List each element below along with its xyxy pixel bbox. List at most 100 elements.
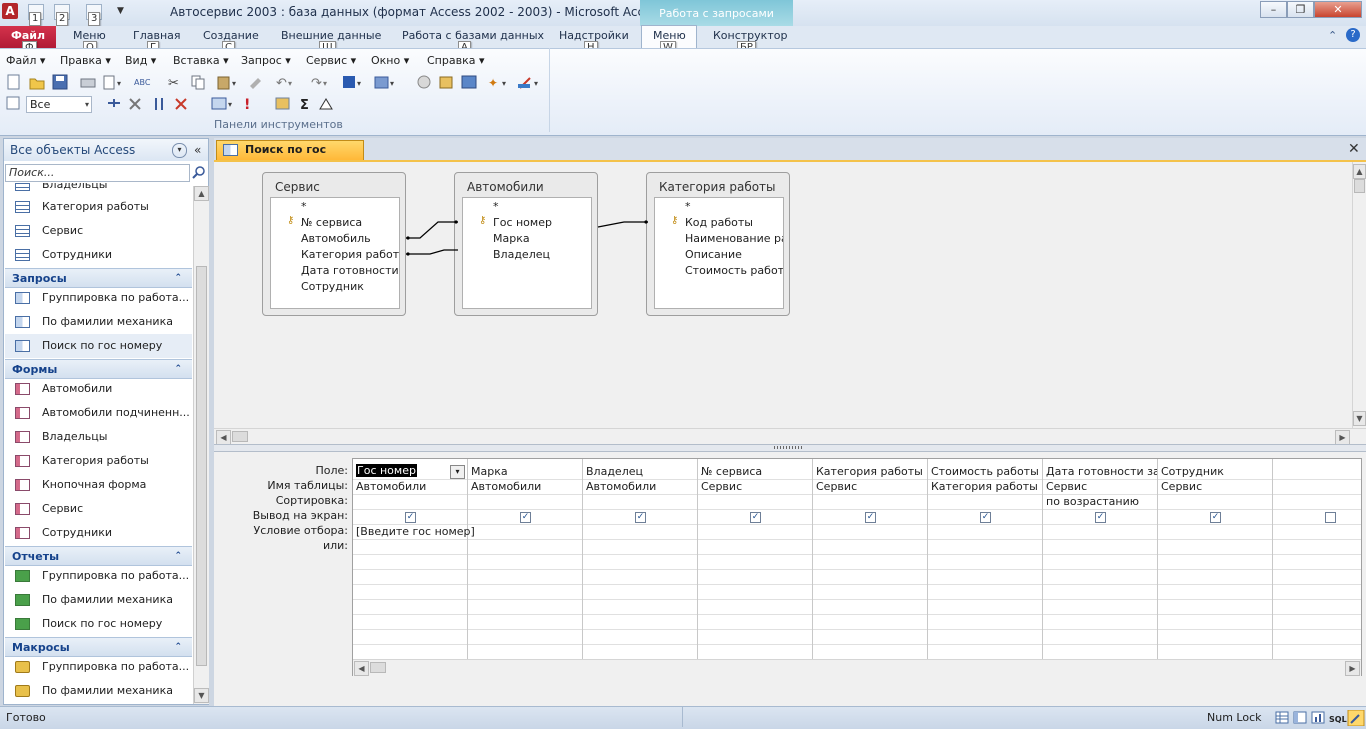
grid-column-8[interactable]: Сотрудник Сервис ✓ (1158, 459, 1273, 660)
show-checkbox[interactable]: ✓ (865, 512, 876, 523)
nav-group-queries[interactable]: Запросы ⌃ (5, 268, 192, 288)
minimize-button[interactable]: – (1260, 1, 1287, 18)
format-painter-icon[interactable] (250, 78, 261, 89)
sql-view-icon[interactable]: SQL (1329, 715, 1347, 724)
nav-item-macro[interactable]: По фамилии механика (5, 679, 192, 703)
menu-help[interactable]: Справка ▾ (427, 54, 485, 67)
grid-table-cell[interactable]: Автомобили (471, 480, 541, 493)
scroll-left-icon[interactable]: ◀ (216, 430, 231, 445)
undo-toolbar-icon[interactable]: ↶ ▾ (276, 76, 292, 91)
grid-criteria-cell[interactable]: [Введите гос номер] (356, 525, 475, 538)
nav-scrollbar[interactable]: ▲ ▼ (193, 186, 209, 704)
show-checkbox-unchecked[interactable] (1325, 512, 1336, 523)
grid-sort-cell[interactable]: по возрастанию (1046, 495, 1139, 508)
grid-table-cell[interactable]: Сервис (1161, 480, 1202, 493)
grid-field-cell[interactable]: № сервиса (701, 465, 762, 478)
tab-database-tools[interactable]: Работа с базами данных (402, 27, 544, 46)
relationship-line-category[interactable] (406, 249, 458, 255)
redo-toolbar-icon[interactable]: ↷ ▾ (311, 76, 327, 91)
scroll-up-icon[interactable]: ▲ (194, 186, 209, 201)
run-icon[interactable]: ! (244, 97, 250, 113)
document-tab[interactable]: Поиск по гос номеру (216, 140, 364, 174)
close-document-icon[interactable]: ✕ (1348, 141, 1360, 157)
show-checkbox[interactable]: ✓ (635, 512, 646, 523)
show-checkbox[interactable]: ✓ (1095, 512, 1106, 523)
relationship-line-cars[interactable] (406, 221, 458, 239)
grid-table-cell[interactable]: Автомобили (586, 480, 656, 493)
menu-insert[interactable]: Вставка ▾ (173, 54, 229, 67)
preview-icon[interactable]: ▾ (103, 75, 121, 90)
field-item[interactable]: Наименование ра (685, 232, 783, 245)
scroll-down-icon[interactable]: ▼ (194, 688, 209, 703)
nav-search-input[interactable]: Поиск... (5, 164, 190, 182)
nav-item-table[interactable]: Сотрудники (5, 243, 192, 267)
nav-item-form[interactable]: Сервис (5, 497, 192, 521)
grid-table-cell[interactable]: Автомобили (356, 480, 426, 493)
show-table-2-icon[interactable] (275, 97, 290, 110)
nav-item-query[interactable]: Группировка по работа... (5, 286, 192, 310)
field-item[interactable]: * (301, 200, 307, 213)
grid-column-1[interactable]: Гос номер ▾ Автомобили ✓ [Введите гос но… (353, 459, 475, 660)
menu-view[interactable]: Вид ▾ (125, 54, 156, 67)
grid-field-cell[interactable]: Марка (471, 465, 508, 478)
field-item[interactable]: Стоимость работы (685, 264, 783, 277)
save-toolbar-icon[interactable] (52, 74, 68, 90)
menu-edit[interactable]: Правка ▾ (60, 54, 111, 67)
upper-hscroll-thumb[interactable] (232, 431, 248, 442)
grid-column-2[interactable]: Марка Автомобили ✓ (468, 459, 583, 660)
field-item[interactable]: Описание (685, 248, 742, 261)
analyze-icon[interactable]: ▾ (374, 76, 394, 89)
grid-column-9-empty[interactable] (1273, 459, 1361, 660)
field-item[interactable]: * (685, 200, 691, 213)
field-item[interactable]: Код работы (685, 216, 753, 229)
totals-icon[interactable]: Σ (300, 98, 309, 113)
nav-item-table[interactable]: Категория работы (5, 195, 192, 219)
table-box-service[interactable]: Сервис * ⚷ № сервиса Автомобиль Категори… (262, 172, 406, 316)
insert-columns-icon[interactable] (155, 98, 163, 110)
menu-window[interactable]: Окно ▾ (371, 54, 409, 67)
scroll-down-icon[interactable]: ▼ (1353, 411, 1366, 426)
nav-group-forms[interactable]: Формы ⌃ (5, 359, 192, 379)
table-field-list[interactable]: * ⚷ № сервиса Автомобиль Категория работ… (270, 197, 400, 309)
copy-icon[interactable] (191, 75, 205, 90)
nav-item-macro[interactable]: Группировка по работа... (5, 655, 192, 679)
nav-item-form[interactable]: Владельцы (5, 425, 192, 449)
new-icon[interactable] (7, 74, 20, 90)
grid-horizontal-scrollbar[interactable]: ◀ ▶ (353, 659, 1361, 676)
field-item[interactable]: Категория работы (301, 248, 399, 261)
field-item[interactable]: Дата готовности з (301, 264, 399, 277)
pane-splitter[interactable] (214, 444, 1366, 452)
grid-column-3[interactable]: Владелец Автомобили ✓ (583, 459, 698, 660)
grid-field-cell-selected[interactable]: Гос номер (356, 464, 417, 477)
qat-customize-icon[interactable]: ▼ (117, 6, 124, 16)
builder-icon[interactable] (319, 98, 333, 110)
show-checkbox[interactable]: ✓ (520, 512, 531, 523)
scroll-right-icon[interactable]: ▶ (1345, 661, 1360, 676)
table-box-work-category[interactable]: Категория работы * ⚷ Код работы Наименов… (646, 172, 790, 316)
grid-table-cell[interactable]: Категория работы (931, 480, 1038, 493)
nav-item-query-selected[interactable]: Поиск по гос номеру (5, 334, 192, 358)
close-button[interactable]: ✕ (1314, 1, 1362, 18)
nav-pane-collapse-icon[interactable]: « (194, 139, 201, 161)
grid-column-6[interactable]: Стоимость работы Категория работы ✓ (928, 459, 1043, 660)
upper-vertical-scrollbar[interactable]: ▲ ▼ (1352, 162, 1366, 428)
nav-item-report[interactable]: Группировка по работа... (5, 564, 192, 588)
minimize-ribbon-icon[interactable]: ⌃ (1328, 29, 1337, 42)
office-links-icon[interactable]: ▾ (343, 76, 361, 88)
nav-scroll-thumb[interactable] (196, 266, 207, 666)
search-icon[interactable] (192, 165, 206, 181)
upper-horizontal-scrollbar[interactable]: ◀ ▶ (214, 428, 1366, 445)
nav-item-form[interactable]: Кнопочная форма (5, 473, 192, 497)
grid-hscroll-thumb[interactable] (370, 662, 386, 673)
design-view-icon[interactable] (1347, 710, 1365, 726)
nav-item-form[interactable]: Сотрудники (5, 521, 192, 545)
field-item[interactable]: Автомобиль (301, 232, 371, 245)
open-icon[interactable] (29, 78, 45, 90)
show-checkbox[interactable]: ✓ (980, 512, 991, 523)
nav-item-form[interactable]: Категория работы (5, 449, 192, 473)
grid-field-cell[interactable]: Дата готовности зак (1046, 465, 1157, 478)
table-field-list[interactable]: * ⚷ Код работы Наименование ра Описание … (654, 197, 784, 309)
grid-column-7[interactable]: Дата готовности зак Сервис по возрастани… (1043, 459, 1158, 660)
show-checkbox[interactable]: ✓ (1210, 512, 1221, 523)
grid-field-cell[interactable]: Стоимость работы (931, 465, 1039, 478)
